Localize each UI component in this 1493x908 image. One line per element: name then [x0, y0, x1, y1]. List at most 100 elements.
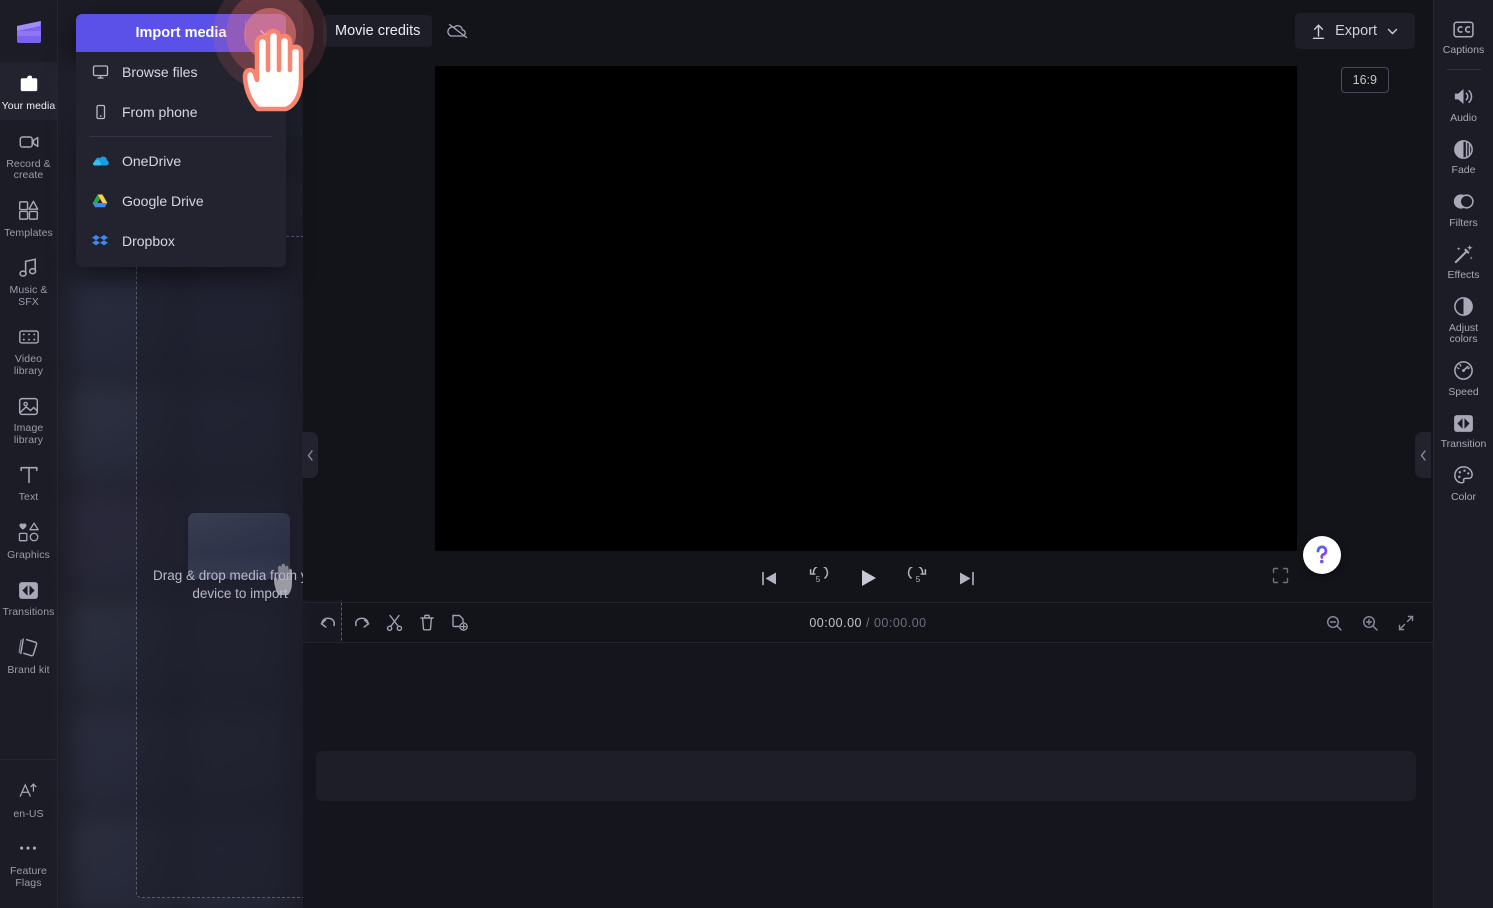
- image-icon: [17, 393, 40, 419]
- right-panel-item-transition[interactable]: Transition: [1434, 404, 1493, 457]
- menu-item-label: OneDrive: [122, 153, 182, 169]
- sidebar-item-label: Graphics: [7, 548, 50, 561]
- sidebar-item-record-create[interactable]: Record & create: [0, 120, 58, 189]
- help-button[interactable]: [1303, 536, 1341, 574]
- skip-to-end-button[interactable]: [956, 568, 977, 589]
- right-panel-item-audio[interactable]: Audio: [1434, 78, 1493, 131]
- timecode-display: 00:00.00 / 00:00.00: [303, 616, 1433, 630]
- import-button-divider: [245, 20, 246, 46]
- aspect-ratio-badge[interactable]: 16:9: [1340, 67, 1389, 93]
- fullscreen-button[interactable]: [1272, 567, 1289, 589]
- sidebar-item-en-us[interactable]: en-US: [0, 770, 58, 828]
- sidebar-item-label: Feature Flags: [10, 865, 47, 889]
- sidebar-item-templates[interactable]: Templates: [0, 189, 58, 247]
- music-note-icon: [17, 255, 40, 281]
- timeline-zoom-controls: [1325, 614, 1415, 632]
- folder-icon: [17, 71, 41, 97]
- export-button[interactable]: Export: [1295, 13, 1415, 49]
- svg-text:5: 5: [916, 575, 921, 584]
- phone-icon: [90, 104, 110, 120]
- sidebar-item-transitions[interactable]: Transitions: [0, 568, 58, 626]
- preview-area: 16:9 5 5: [303, 62, 1433, 600]
- dropbox-icon: [90, 233, 110, 249]
- right-panel-item-adjust-colors[interactable]: Adjust colors: [1434, 288, 1493, 352]
- menu-item-google-drive[interactable]: Google Drive: [76, 181, 286, 221]
- chevron-left-icon: [1420, 449, 1426, 461]
- right-panel-item-label: Effects: [1447, 269, 1480, 281]
- right-panel-item-label: Captions: [1442, 44, 1485, 56]
- timecode-separator: /: [866, 615, 870, 630]
- right-panel-item-label: Color: [1450, 490, 1477, 503]
- right-panel-item-label: Audio: [1450, 111, 1477, 124]
- sidebar-item-label: Transitions: [2, 606, 55, 618]
- contrast-circle-icon: [1452, 295, 1475, 319]
- video-preview-canvas[interactable]: [435, 66, 1297, 551]
- sidebar-item-text[interactable]: Text: [0, 453, 58, 511]
- right-panel-item-speed[interactable]: Speed: [1434, 352, 1493, 405]
- menu-item-onedrive[interactable]: OneDrive: [76, 141, 286, 181]
- palette-icon: [1452, 464, 1475, 488]
- right-panel-item-label: Filters: [1449, 216, 1478, 229]
- closed-captions-icon: [1452, 17, 1475, 41]
- right-panel-item-label: Transition: [1440, 438, 1487, 450]
- speaker-icon: [1452, 85, 1475, 109]
- templates-icon: [17, 198, 40, 224]
- rewind-5-button[interactable]: 5: [807, 567, 829, 589]
- zoom-in-button[interactable]: [1361, 614, 1379, 632]
- menu-item-browse-files[interactable]: Browse files: [76, 52, 286, 92]
- collapse-right-panel-handle[interactable]: [1415, 432, 1431, 478]
- timeline-body[interactable]: [303, 643, 1433, 908]
- left-sidebar-bottom: en-US Feature Flags: [0, 758, 58, 908]
- import-media-dropdown: Import media Browse files From phone One…: [76, 14, 286, 267]
- menu-divider: [90, 136, 272, 137]
- right-panel-item-color[interactable]: Color: [1434, 457, 1493, 510]
- play-button[interactable]: [856, 566, 880, 590]
- left-sidebar-items: Your media Record & create Templates Music …: [0, 62, 58, 683]
- right-panel-item-fade[interactable]: Fade: [1434, 130, 1493, 183]
- video-camera-icon: [17, 129, 41, 155]
- zoom-out-button[interactable]: [1325, 614, 1343, 632]
- sidebar-item-music-sfx[interactable]: Music & SFX: [0, 246, 58, 315]
- sidebar-item-image-library[interactable]: Image library: [0, 384, 58, 453]
- sidebar-item-label: Music & SFX: [9, 284, 48, 308]
- upload-arrow-icon: [1312, 23, 1325, 39]
- menu-item-label: Dropbox: [122, 233, 175, 249]
- sidebar-item-graphics[interactable]: Graphics: [0, 511, 58, 569]
- sidebar-item-label: Image library: [13, 422, 44, 446]
- chevron-down-icon[interactable]: [258, 27, 272, 39]
- text-t-icon: [18, 462, 40, 488]
- sidebar-item-feature-flags[interactable]: Feature Flags: [0, 827, 58, 896]
- right-panel-item-label: Speed: [1448, 385, 1479, 398]
- right-panel-item-filters[interactable]: Filters: [1434, 183, 1493, 236]
- transition-icon: [1452, 411, 1475, 435]
- shapes-icon: [17, 520, 41, 546]
- sidebar-item-label: Video library: [13, 353, 44, 377]
- right-panel-item-captions[interactable]: Captions: [1434, 10, 1493, 63]
- menu-item-from-phone[interactable]: From phone: [76, 92, 286, 132]
- clapperboard-logo-icon[interactable]: [0, 0, 58, 62]
- menu-item-dropbox[interactable]: Dropbox: [76, 221, 286, 261]
- sidebar-item-label: Your media: [1, 100, 56, 112]
- cloud-off-icon[interactable]: [446, 21, 470, 41]
- right-panel-item-effects[interactable]: Effects: [1434, 235, 1493, 288]
- timeline-track[interactable]: [316, 751, 1416, 801]
- project-title-input[interactable]: Movie credits: [323, 15, 433, 47]
- sidebar-item-your-media[interactable]: Your media: [0, 62, 58, 120]
- fit-to-screen-button[interactable]: [1397, 614, 1415, 632]
- sidebar-item-label: Text: [18, 491, 39, 503]
- question-mark-icon: [1316, 545, 1328, 564]
- skip-to-start-button[interactable]: [759, 568, 780, 589]
- sidebar-item-video-library[interactable]: Video library: [0, 315, 58, 384]
- collapse-media-panel-handle[interactable]: [302, 432, 318, 478]
- transition-icon: [17, 577, 40, 603]
- chevron-down-icon: [1387, 28, 1398, 34]
- forward-5-button[interactable]: 5: [907, 567, 929, 589]
- import-media-label: Import media: [135, 25, 227, 41]
- import-media-button[interactable]: Import media: [76, 14, 286, 52]
- ellipsis-icon: [17, 836, 40, 862]
- fade-circle-icon: [1452, 137, 1475, 161]
- sidebar-item-brand-kit[interactable]: Brand kit: [0, 626, 58, 684]
- svg-text:5: 5: [816, 575, 821, 584]
- right-panel-item-label: Adjust colors: [1448, 321, 1479, 345]
- menu-item-label: Google Drive: [122, 193, 204, 209]
